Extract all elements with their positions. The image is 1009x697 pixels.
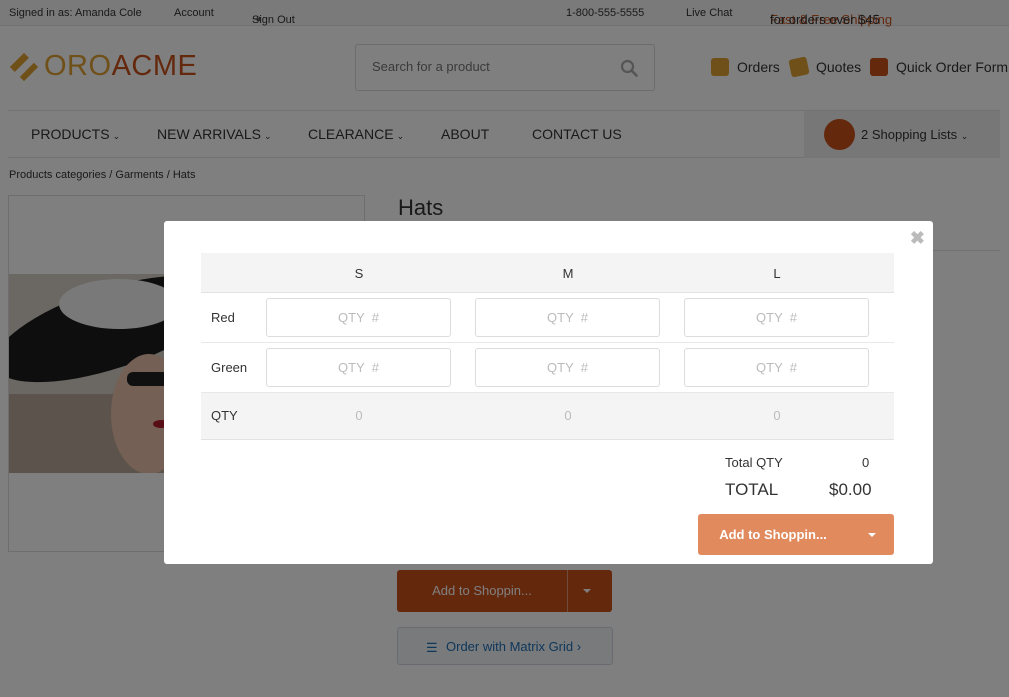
- matrix-column-header: L: [773, 266, 781, 281]
- close-icon[interactable]: ✖: [910, 229, 925, 247]
- modal-add-button-label: Add to Shoppin...: [719, 527, 827, 542]
- qty-input[interactable]: [684, 348, 869, 387]
- column-total: 0: [355, 408, 363, 423]
- matrix-row: Red: [201, 293, 894, 343]
- qty-input[interactable]: [475, 298, 660, 337]
- modal-add-to-shopping-list-button[interactable]: Add to Shoppin...: [698, 514, 894, 555]
- qty-input[interactable]: [475, 348, 660, 387]
- qty-input[interactable]: [266, 348, 451, 387]
- total-qty-label: Total QTY: [725, 455, 783, 470]
- matrix-order-modal: ✖ S M L Red Green QTY 0 0 0 Total QTY 0 …: [164, 221, 933, 564]
- matrix-row: Green: [201, 343, 894, 393]
- matrix-header-row: S M L: [201, 253, 894, 293]
- total-label: TOTAL: [725, 480, 779, 499]
- matrix-total-label: QTY: [211, 408, 238, 423]
- matrix-total-row: QTY 0 0 0: [201, 393, 894, 440]
- qty-input[interactable]: [684, 298, 869, 337]
- column-total: 0: [564, 408, 572, 423]
- total-qty-value: 0: [862, 455, 870, 470]
- matrix-row-label: Green: [211, 360, 248, 375]
- column-total: 0: [773, 408, 781, 423]
- caret-down-icon[interactable]: [868, 533, 876, 537]
- matrix-column-header: M: [562, 266, 574, 281]
- matrix-row-label: Red: [211, 310, 235, 325]
- matrix-column-header: S: [354, 266, 364, 281]
- total-value: $0.00: [829, 480, 872, 499]
- qty-input[interactable]: [266, 298, 451, 337]
